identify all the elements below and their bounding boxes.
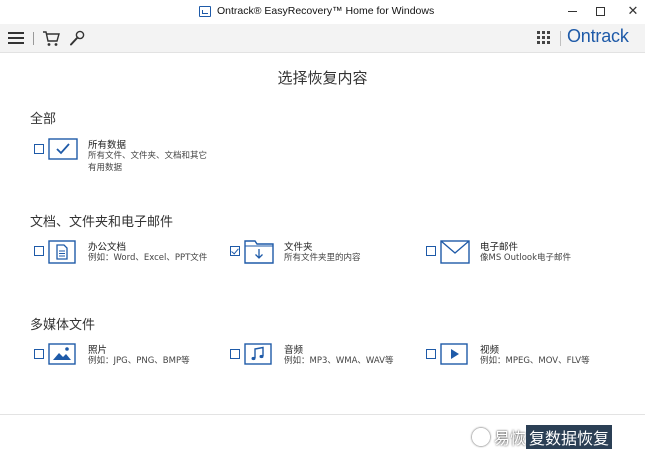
menu-icon[interactable] — [8, 32, 24, 45]
toolbar-divider — [33, 32, 34, 45]
checkbox-folders[interactable] — [230, 246, 240, 256]
watermark: 易恢 复数据恢复 — [472, 425, 613, 449]
toolbar: Ontrack — [0, 24, 645, 53]
checkmark-icon — [48, 138, 78, 160]
section-heading-docs: 文档、文件夹和电子邮件 — [30, 215, 174, 230]
option-desc: 例如：Word、Excel、PPT文件 — [88, 253, 208, 263]
close-button[interactable]: ✕ — [624, 3, 642, 19]
minimize-icon — [567, 10, 577, 12]
page-title: 选择恢复内容 — [277, 69, 368, 87]
option-title: 所有数据 — [88, 140, 127, 151]
checkbox-office-docs[interactable] — [34, 246, 44, 256]
minimize-button[interactable] — [563, 3, 581, 19]
option-email[interactable]: 电子邮件 像MS Outlook电子邮件 — [426, 240, 626, 280]
cart-icon[interactable] — [42, 30, 60, 47]
option-title: 电子邮件 — [480, 242, 519, 253]
title-bar: Ontrack® EasyRecovery™ Home for Windows … — [0, 0, 645, 24]
video-play-icon — [440, 343, 468, 365]
option-desc: 例如：JPG、PNG、BMP等 — [88, 356, 190, 366]
option-desc: 所有文件、文件夹、文档和其它 — [88, 151, 208, 161]
maximize-button[interactable] — [591, 3, 609, 19]
option-title: 音频 — [284, 345, 304, 356]
option-office-docs[interactable]: 办公文档 例如：Word、Excel、PPT文件 — [34, 240, 224, 280]
option-folders[interactable]: 文件夹 所有文件夹里的内容 — [230, 238, 420, 278]
option-desc-2: 有用数据 — [88, 163, 123, 173]
option-photos[interactable]: 照片 例如：JPG、PNG、BMP等 — [34, 343, 224, 383]
document-icon — [48, 240, 76, 264]
option-all-data[interactable]: 所有数据 所有文件、文件夹、文档和其它 有用数据 — [34, 138, 254, 178]
option-title: 照片 — [88, 345, 108, 356]
option-video[interactable]: 视频 例如：MPEG、MOV、FLV等 — [426, 343, 626, 383]
option-audio[interactable]: 音频 例如：MP3、WMA、WAV等 — [230, 343, 420, 383]
brand-logo: Ontrack — [567, 26, 629, 46]
checkbox-audio[interactable] — [230, 349, 240, 359]
brand-divider — [560, 31, 561, 46]
folder-icon — [244, 240, 274, 264]
wrench-icon[interactable] — [69, 30, 85, 47]
section-heading-all: 全部 — [30, 112, 57, 127]
watermark-text-dark: 复数据恢复 — [526, 425, 613, 449]
option-desc: 像MS Outlook电子邮件 — [480, 253, 572, 263]
image-icon — [48, 343, 76, 365]
app-logo-icon — [199, 6, 211, 17]
checkbox-video[interactable] — [426, 349, 436, 359]
section-heading-media: 多媒体文件 — [30, 318, 96, 333]
option-desc: 例如：MPEG、MOV、FLV等 — [480, 356, 590, 366]
option-title: 视频 — [480, 345, 500, 356]
option-desc: 所有文件夹里的内容 — [284, 253, 361, 263]
envelope-icon — [440, 240, 470, 264]
watermark-logo-icon — [472, 428, 490, 446]
checkbox-all-data[interactable] — [34, 144, 44, 154]
apps-grid-icon[interactable] — [537, 31, 551, 45]
maximize-icon — [595, 6, 605, 16]
footer-divider — [0, 414, 645, 415]
checkbox-photos[interactable] — [34, 349, 44, 359]
option-title: 办公文档 — [88, 242, 127, 253]
watermark-text: 易恢 — [494, 429, 527, 448]
window-title: Ontrack® EasyRecovery™ Home for Windows — [217, 5, 435, 17]
checkbox-email[interactable] — [426, 246, 436, 256]
option-desc: 例如：MP3、WMA、WAV等 — [284, 356, 394, 366]
option-title: 文件夹 — [284, 242, 313, 253]
music-note-icon — [244, 343, 272, 365]
